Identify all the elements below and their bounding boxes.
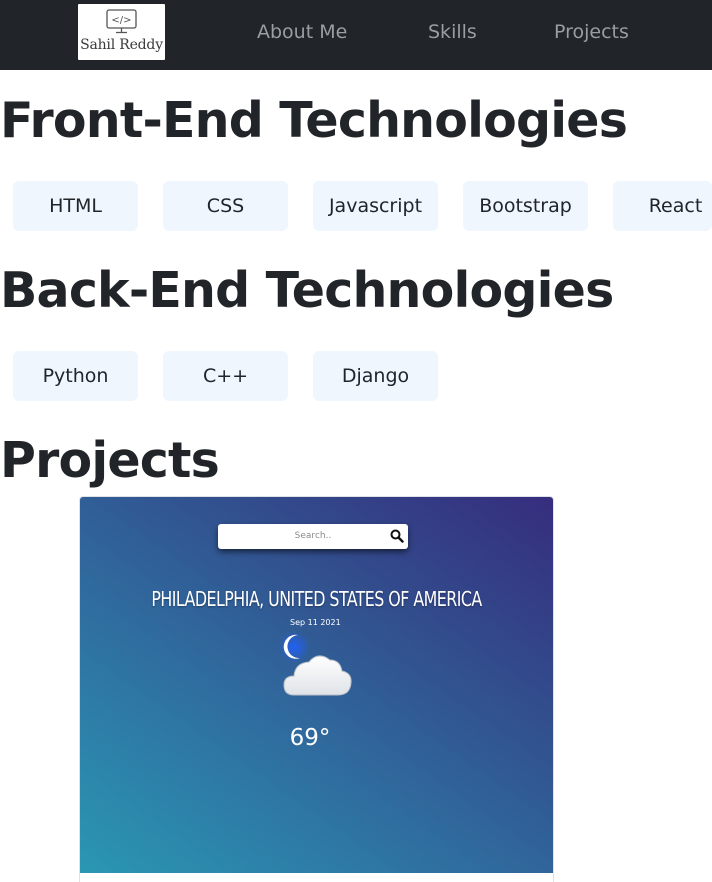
skill-pill-bootstrap: Bootstrap (463, 181, 588, 231)
navbar: </> Sahil Reddy About Me Skills Projects (0, 0, 712, 70)
weather-date: Sep 11 2021 (290, 618, 341, 627)
skill-pill-cpp: C++ (163, 351, 288, 401)
nav-link-about-me[interactable]: About Me (257, 21, 347, 43)
projects-title: Projects (0, 432, 220, 489)
moon-cloud-icon (278, 631, 352, 696)
skill-pill-react-label: React (648, 195, 703, 217)
weather-search-placeholder: Search.. (294, 531, 332, 541)
logo[interactable]: </> Sahil Reddy (78, 4, 165, 60)
skill-pill-css: CSS (163, 181, 288, 231)
project-card-weather-app[interactable]: Search.. PHILADELPHIA, UNITED STATES OF … (79, 496, 554, 882)
nav-link-projects[interactable]: Projects (554, 21, 629, 43)
weather-city: PHILADELPHIA, UNITED STATES OF AMERICA (151, 587, 482, 611)
weather-temperature: 69° (289, 725, 331, 751)
frontend-title: Front-End Technologies (0, 92, 628, 149)
skill-pill-react: React (613, 181, 712, 231)
logo-text: Sahil Reddy (80, 37, 163, 53)
skill-pill-django: Django (313, 351, 438, 401)
skill-pill-javascript: Javascript (313, 181, 438, 231)
code-monitor-icon: </> (106, 9, 137, 34)
svg-text:</>: </> (111, 15, 131, 26)
weather-app-screenshot: Search.. PHILADELPHIA, UNITED STATES OF … (80, 497, 553, 873)
weather-search-bar: Search.. (218, 524, 408, 549)
search-icon (390, 529, 404, 543)
backend-title: Back-End Technologies (0, 262, 614, 319)
nav-link-skills[interactable]: Skills (428, 21, 477, 43)
skill-pill-python: Python (13, 351, 138, 401)
skill-pill-html: HTML (13, 181, 138, 231)
